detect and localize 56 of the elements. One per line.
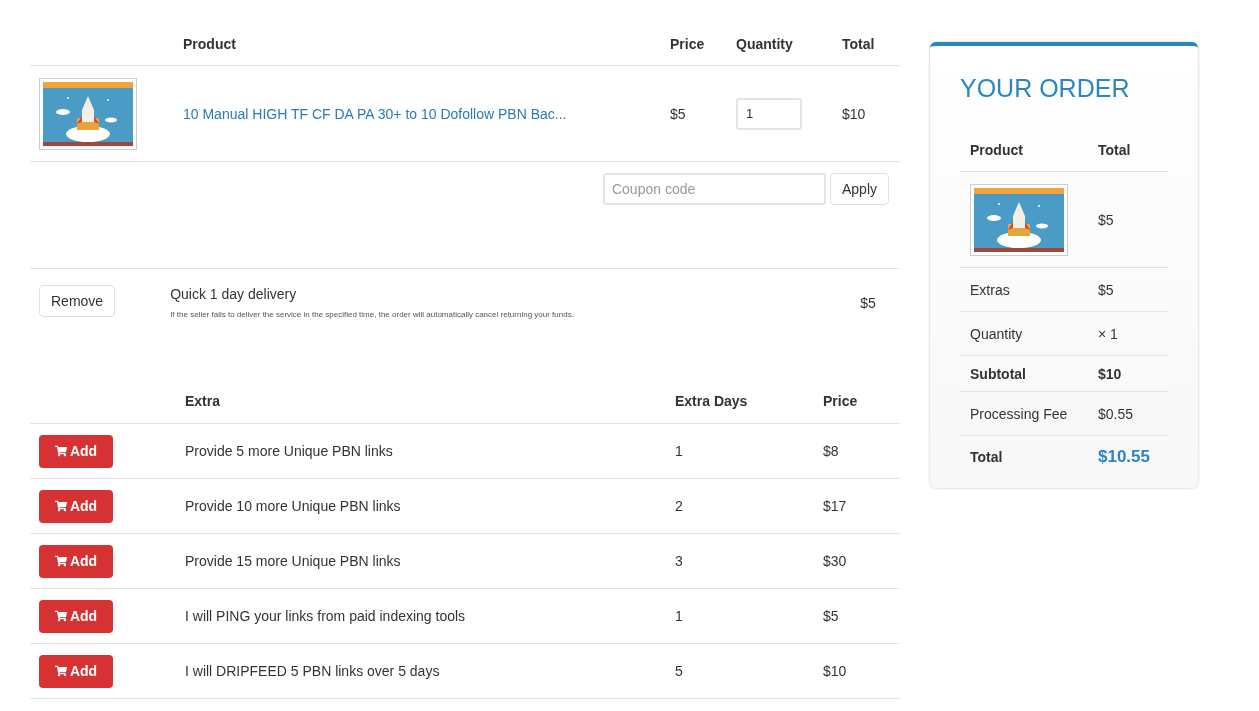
column-header: Price: [823, 393, 859, 409]
extra-days: 2: [675, 498, 823, 514]
delivery-note: If the seller fails to deliver the service in the specified time, the order will automatically cancel returning your funds.: [170, 310, 575, 319]
extra-name: Provide 15 more Unique PBN links: [185, 553, 402, 569]
summary-label: Processing Fee: [970, 405, 1069, 422]
extra-name: I will PING your links from paid indexing tools: [185, 608, 467, 624]
coupon-field[interactable]: Coupon code: [602, 173, 826, 205]
column-header: Quantity: [736, 35, 794, 52]
column-header: Product: [970, 142, 1024, 158]
quantity-field[interactable]: 1: [736, 97, 802, 130]
apply-button[interactable]: Apply: [829, 173, 889, 205]
product-total: $5: [1098, 211, 1115, 228]
remove-button[interactable]: Remove: [39, 285, 116, 317]
add-button[interactable]: Add: [39, 599, 113, 633]
summary-value: $0.55: [1098, 405, 1135, 422]
cart-icon: [54, 610, 67, 622]
price: $5: [823, 608, 840, 624]
price: $30: [823, 553, 848, 569]
cart-icon: [54, 665, 67, 677]
extra-title: Quick 1 day delivery: [170, 286, 298, 302]
add-button[interactable]: Add: [39, 489, 113, 523]
add-button[interactable]: Add: [39, 654, 113, 688]
price: $8: [823, 443, 840, 459]
summary-value: × 1: [1098, 325, 1119, 342]
column-header: Total: [842, 35, 876, 52]
column-header: Extra: [185, 393, 222, 409]
total: $10: [842, 105, 867, 122]
cart-icon: [54, 445, 67, 457]
cart-icon: [54, 555, 67, 567]
cart-icon: [54, 500, 67, 512]
order-title: YOUR ORDER: [960, 74, 1131, 103]
price: $10: [823, 663, 848, 679]
add-button[interactable]: Add: [39, 544, 113, 578]
add-button[interactable]: Add: [39, 434, 113, 468]
price: $17: [823, 498, 848, 514]
summary-label: Extras: [970, 281, 1011, 298]
summary-label: Subtotal: [970, 365, 1027, 382]
extra-name: Provide 10 more Unique PBN links: [185, 498, 402, 514]
summary-label: Total: [970, 449, 1004, 465]
price: $5: [670, 105, 687, 122]
column-header: Product: [183, 35, 237, 52]
extra-days: 1: [675, 443, 823, 459]
summary-value: $5: [1098, 281, 1115, 298]
extra-days: 3: [675, 553, 823, 569]
extra-name: I will DRIPFEED 5 PBN links over 5 days: [185, 663, 441, 679]
column-header: Total: [1098, 142, 1132, 158]
price: $5: [860, 295, 876, 311]
summary-label: Quantity: [970, 325, 1024, 342]
extra-name: Provide 5 more Unique PBN links: [185, 443, 394, 459]
extra-days: 1: [675, 608, 823, 624]
summary-value: $10: [1098, 365, 1123, 382]
column-header: Extra Days: [675, 393, 749, 409]
extra-days: 5: [675, 663, 823, 679]
product-link[interactable]: 10 Manual HIGH TF CF DA PA 30+ to 10 Dofollow PBN Bac...: [183, 105, 567, 122]
column-header: Price: [670, 35, 706, 52]
summary-value: $10.55: [1098, 447, 1151, 467]
